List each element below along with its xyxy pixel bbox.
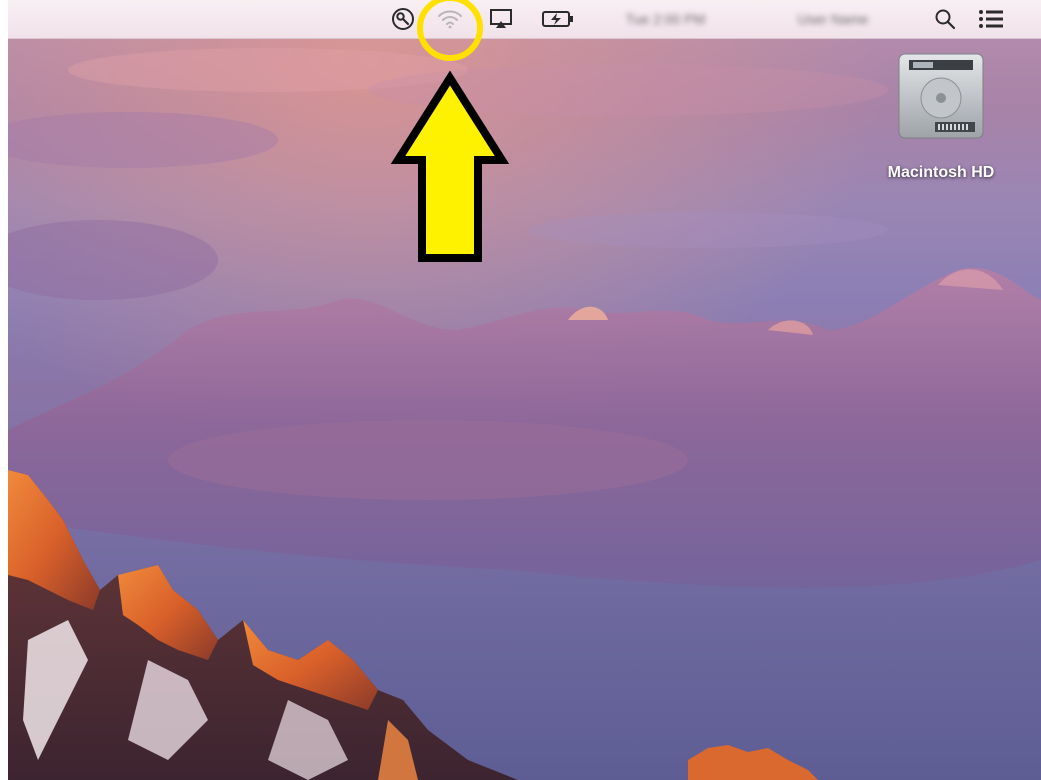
hard-drive-icon [898,53,984,139]
clock-text: Tue 2:00 PM [625,11,706,27]
airplay-icon[interactable] [486,0,516,38]
desktop-item-label: Macintosh HD [887,164,995,181]
spotlight-key-icon[interactable] [388,0,418,38]
notification-center-icon[interactable] [973,0,1009,38]
desktop-screen: Tue 2:00 PM User Name Macintosh HD [8,0,1041,780]
battery-charging-icon[interactable] [538,0,578,38]
search-icon[interactable] [930,0,960,38]
wifi-icon[interactable] [433,0,467,38]
menubar-user[interactable]: User Name [753,0,913,38]
menubar-clock[interactable]: Tue 2:00 PM [608,0,723,38]
desktop-item-macintosh-hd[interactable]: Macintosh HD [866,50,1016,182]
user-name-text: User Name [797,11,869,27]
menu-bar: Tue 2:00 PM User Name [8,0,1041,39]
